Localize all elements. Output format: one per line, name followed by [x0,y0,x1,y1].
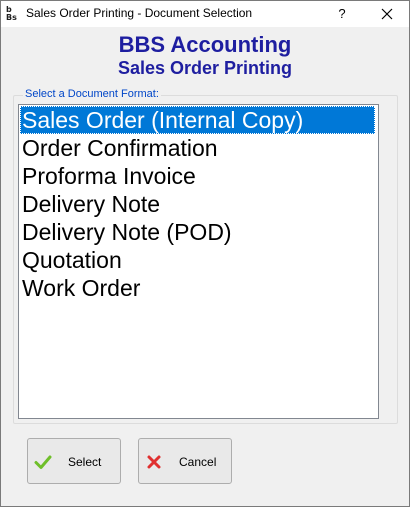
cancel-button-label: Cancel [179,455,217,469]
cross-icon [147,455,161,469]
close-icon [381,8,393,20]
cancel-button[interactable]: Cancel [138,438,232,484]
document-format-label: Select a Document Format: [23,88,161,100]
help-button[interactable]: ? [327,1,357,27]
document-format-list[interactable]: Sales Order (Internal Copy) Order Confir… [18,104,379,419]
list-item-sales-order-internal[interactable]: Sales Order (Internal Copy) [20,106,375,134]
list-item-delivery-note-pod[interactable]: Delivery Note (POD) [20,218,375,246]
list-item-delivery-note[interactable]: Delivery Note [20,190,375,218]
list-item-work-order[interactable]: Work Order [20,274,375,302]
dialog-window: b Bs Sales Order Printing - Document Sele… [0,0,410,507]
select-button-label: Select [68,455,102,469]
title-bar[interactable]: b Bs Sales Order Printing - Document Sele… [1,1,409,27]
bbs-app-icon: b Bs [6,5,17,22]
app-name-heading: BBS Accounting [118,32,292,57]
list-item-quotation[interactable]: Quotation [20,246,375,274]
window-title: Sales Order Printing - Document Selectio… [26,6,253,20]
check-icon [34,455,52,469]
list-item-proforma-invoice[interactable]: Proforma Invoice [20,162,375,190]
close-button[interactable] [371,1,403,27]
select-button[interactable]: Select [27,438,121,484]
list-item-order-confirmation[interactable]: Order Confirmation [20,134,375,162]
page-subtitle: Sales Order Printing [117,58,293,78]
